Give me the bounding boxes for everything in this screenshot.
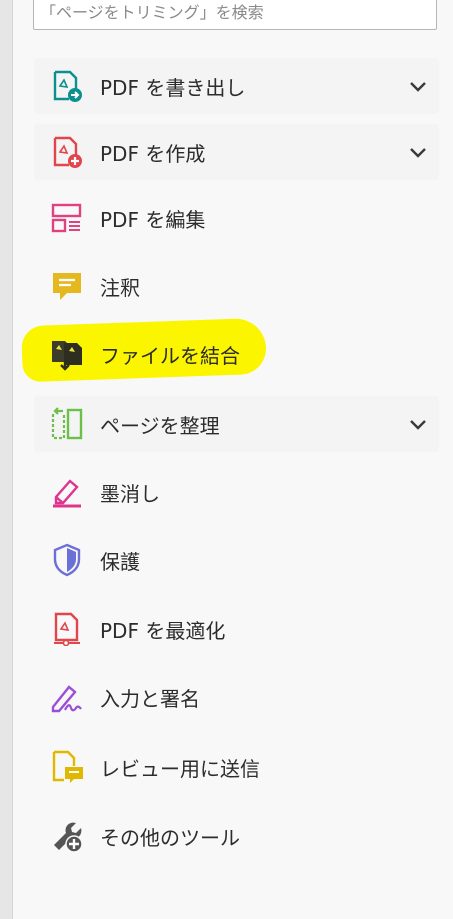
- tool-label: その他のツール: [100, 825, 240, 850]
- tool-export-pdf[interactable]: PDF を書き出し: [34, 58, 439, 114]
- export-pdf-icon: [50, 69, 84, 103]
- edit-pdf-icon: [50, 201, 84, 235]
- tool-optimize-pdf[interactable]: PDF を最適化: [34, 601, 439, 657]
- protect-shield-icon: [50, 543, 84, 577]
- tool-combine-files[interactable]: ファイルを結合: [34, 326, 439, 382]
- tool-comment[interactable]: 注釈: [34, 258, 439, 314]
- redact-icon: [50, 475, 84, 509]
- search-tools-input[interactable]: 「ページをトリミング」を検索: [33, 0, 437, 30]
- tool-label: PDF を最適化: [100, 618, 226, 643]
- combine-files-icon: [50, 337, 84, 371]
- chevron-down-icon[interactable]: [407, 141, 429, 163]
- send-review-icon: [50, 750, 84, 784]
- tool-label: ファイルを結合: [100, 343, 240, 368]
- tool-create-pdf[interactable]: PDF を作成: [34, 124, 439, 180]
- tool-send-review[interactable]: レビュー用に送信: [34, 739, 439, 795]
- tool-label: 保護: [100, 549, 140, 574]
- fill-sign-icon: [50, 680, 84, 714]
- tool-label: PDF を作成: [100, 141, 206, 166]
- chevron-down-icon[interactable]: [407, 75, 429, 97]
- optimize-pdf-icon: [50, 612, 84, 646]
- tool-edit-pdf[interactable]: PDF を編集: [34, 190, 439, 246]
- tool-label: ページを整理: [100, 413, 220, 438]
- tool-label: レビュー用に送信: [100, 756, 260, 781]
- search-placeholder: 「ページをトリミング」を検索: [40, 3, 264, 22]
- tool-more-tools[interactable]: その他のツール: [34, 808, 439, 864]
- panel-left-edge: [0, 0, 13, 919]
- tool-label: PDF を書き出し: [100, 75, 246, 100]
- organize-pages-icon: [50, 407, 84, 441]
- tool-label: 墨消し: [100, 481, 160, 506]
- tool-fill-sign[interactable]: 入力と署名: [34, 669, 439, 725]
- comment-icon: [50, 269, 84, 303]
- more-tools-icon: [50, 819, 84, 853]
- tool-protect[interactable]: 保護: [34, 532, 439, 588]
- create-pdf-icon: [50, 135, 84, 169]
- chevron-down-icon[interactable]: [407, 413, 429, 435]
- tool-label: 注釈: [100, 275, 140, 300]
- tool-organize-pages[interactable]: ページを整理: [34, 396, 439, 452]
- tool-label: PDF を編集: [100, 207, 206, 232]
- tool-redact[interactable]: 墨消し: [34, 464, 439, 520]
- tool-label: 入力と署名: [100, 686, 200, 711]
